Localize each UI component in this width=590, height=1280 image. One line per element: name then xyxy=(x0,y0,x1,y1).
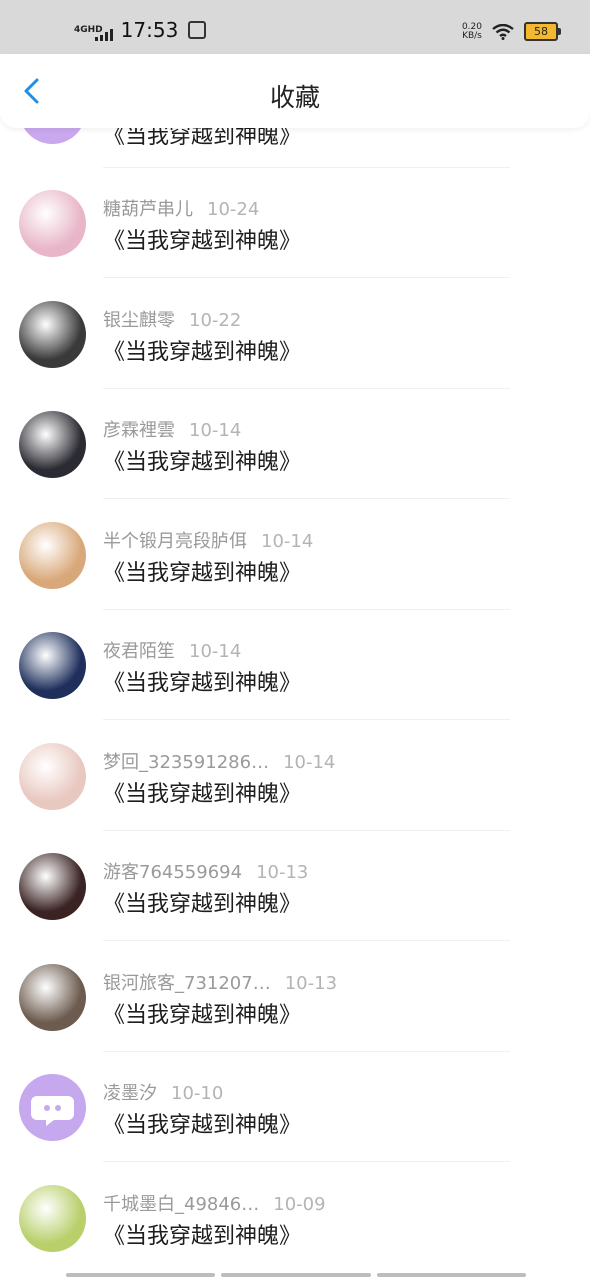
list-item[interactable]: 游客764559694 10-13 《当我穿越到神魄》 xyxy=(0,831,590,941)
list-item[interactable]: 千城墨白_49846… 10-09 《当我穿越到神魄》 xyxy=(0,1163,590,1273)
list-item[interactable]: 梦回_323591286… 10-14 《当我穿越到神魄》 xyxy=(0,721,590,831)
item-meta: 夜君陌笙 10-14 xyxy=(103,637,241,663)
date: 10-22 xyxy=(189,309,242,331)
list-item[interactable]: 凌墨汐 10-10 《当我穿越到神魄》 xyxy=(0,1052,590,1162)
date: 10-24 xyxy=(207,199,260,220)
book-title: 《当我穿越到神魄》 xyxy=(103,892,302,917)
gesture-segment xyxy=(221,1273,371,1277)
book-title: 《当我穿越到神魄》 xyxy=(103,781,302,807)
gesture-segment xyxy=(66,1273,216,1277)
date: 10-14 xyxy=(189,641,242,662)
item-meta: 糖葫芦串儿 10-24 xyxy=(103,195,259,221)
username: 糖葫芦串儿 xyxy=(103,199,193,220)
list-item[interactable]: 半个锻月亮段胪佴 10-14 《当我穿越到神魄》 xyxy=(0,500,590,610)
book-title: 《当我穿越到神魄》 xyxy=(103,1002,302,1028)
username: 银河旅客_731207… xyxy=(103,972,271,994)
item-meta: 游客764559694 10-13 xyxy=(103,858,308,884)
list-item[interactable]: 糖葫芦串儿 10-24 《当我穿越到神魄》 xyxy=(0,168,590,278)
list-item[interactable]: 银尘麒零 10-22 《当我穿越到神魄》 xyxy=(0,279,590,389)
username: 夜君陌笙 xyxy=(103,641,175,662)
item-meta: 梦回_323591286… 10-14 xyxy=(103,748,335,774)
page-title: 收藏 xyxy=(269,83,320,112)
wifi-icon xyxy=(492,23,514,40)
item-meta: 银河旅客_731207… 10-13 xyxy=(103,969,337,995)
avatar[interactable] xyxy=(19,1184,86,1252)
username: 银尘麒零 xyxy=(103,309,175,331)
list-item[interactable]: 夜君陌笙 10-14 《当我穿越到神魄》 xyxy=(0,610,590,720)
book-title: 《当我穿越到神魄》 xyxy=(103,339,302,365)
avatar[interactable] xyxy=(19,300,86,368)
username: 凌墨汐 xyxy=(103,1083,157,1104)
avatar[interactable] xyxy=(19,632,86,699)
status-bar: 4GHD 17:53 0.20 KB/s 58 xyxy=(0,0,590,54)
username: 游客764559694 xyxy=(103,862,243,883)
network-speed-unit: KB/s xyxy=(462,30,482,41)
status-right: 0.20 KB/s 58 xyxy=(462,22,561,41)
avatar[interactable] xyxy=(19,190,86,257)
date: 10-10 xyxy=(171,1083,224,1104)
list-item[interactable]: 彦霖裡雲 10-14 《当我穿越到神魄》 xyxy=(0,389,590,499)
chat-bubble-icon xyxy=(31,1096,74,1126)
avatar[interactable] xyxy=(19,853,86,920)
book-title: 《当我穿越到神魄》 xyxy=(103,671,302,696)
date: 10-09 xyxy=(273,1193,326,1215)
date: 10-13 xyxy=(256,862,309,883)
item-meta: 凌墨汐 10-10 xyxy=(103,1079,223,1105)
username: 千城墨白_49846… xyxy=(103,1193,260,1215)
date: 10-14 xyxy=(261,530,314,552)
clock: 17:53 xyxy=(120,18,179,42)
book-title: 《当我穿越到神魄》 xyxy=(103,1113,302,1138)
battery-icon: 58 xyxy=(524,22,561,41)
book-title: 《当我穿越到神魄》 xyxy=(103,560,302,586)
avatar[interactable] xyxy=(19,521,86,589)
nav-header: 收藏 xyxy=(0,54,590,128)
item-meta: 银尘麒零 10-22 xyxy=(103,306,241,332)
username: 梦回_323591286… xyxy=(103,751,270,773)
item-meta: 半个锻月亮段胪佴 10-14 xyxy=(103,527,313,553)
gesture-segment xyxy=(376,1273,526,1277)
book-title: 《当我穿越到神魄》 xyxy=(103,450,302,475)
avatar[interactable] xyxy=(19,411,86,478)
book-title: 《当我穿越到神魄》 xyxy=(103,229,302,254)
list-item[interactable]: 银河旅客_731207… 10-13 《当我穿越到神魄》 xyxy=(0,942,590,1052)
book-title: 《当我穿越到神魄》 xyxy=(103,1223,302,1249)
app-notification-icon xyxy=(188,21,207,39)
avatar[interactable] xyxy=(19,963,86,1031)
username: 彦霖裡雲 xyxy=(103,420,175,441)
date: 10-13 xyxy=(284,972,338,994)
avatar[interactable] xyxy=(19,742,86,810)
item-meta: 千城墨白_49846… 10-09 xyxy=(103,1190,326,1216)
date: 10-14 xyxy=(189,420,242,441)
status-left: 4GHD 17:53 xyxy=(74,18,207,42)
item-meta: 彦霖裡雲 10-14 xyxy=(103,416,241,442)
default-avatar[interactable] xyxy=(19,1074,86,1141)
username: 半个锻月亮段胪佴 xyxy=(103,530,247,552)
signal-icon xyxy=(94,29,113,41)
gesture-bar xyxy=(66,1273,526,1277)
date: 10-14 xyxy=(283,751,336,773)
network-speed: 0.20 KB/s xyxy=(462,22,482,41)
